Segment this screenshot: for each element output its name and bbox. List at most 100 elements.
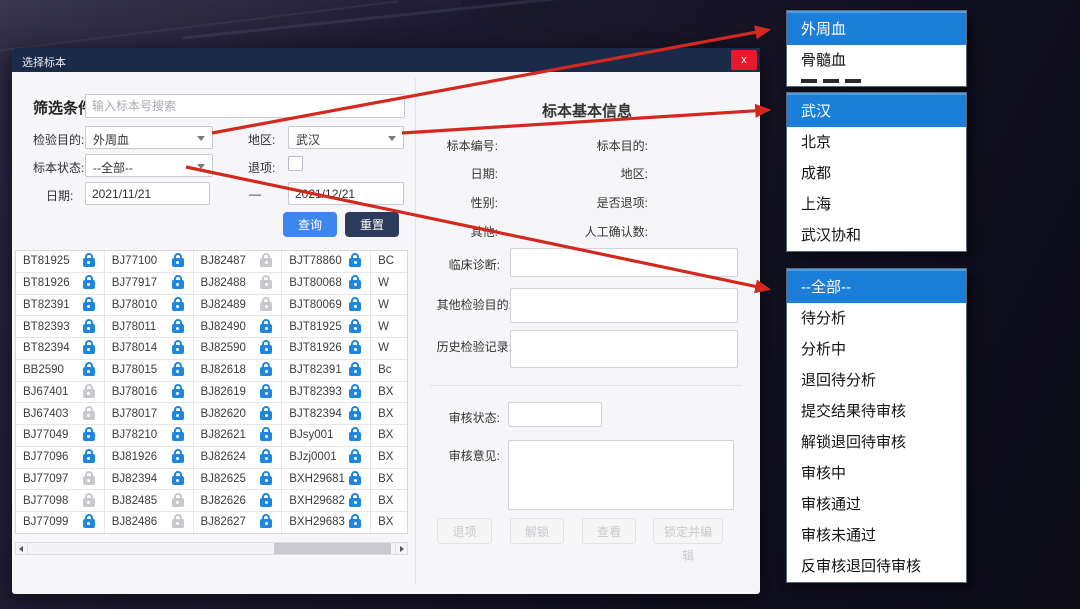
sample-cell[interactable]: BJT81925 — [282, 316, 371, 337]
close-icon[interactable]: x — [731, 50, 757, 70]
sample-cell[interactable]: BJ82624 — [194, 447, 283, 468]
scrollbar-thumb[interactable] — [274, 543, 391, 554]
sample-cell[interactable]: BJ67401 — [16, 382, 105, 403]
dropdown-item-status-4[interactable]: 提交结果待审核 — [787, 396, 966, 427]
dropdown-item-region-1[interactable]: 北京 — [787, 127, 966, 158]
sample-cell[interactable]: BJ77049 — [16, 425, 105, 446]
dropdown-item-purpose-0[interactable]: 外周血 — [787, 11, 966, 45]
sample-cell[interactable]: BJ82485 — [105, 490, 194, 511]
sample-cell[interactable]: BJ82487 — [194, 251, 283, 272]
dropdown-item-status-2[interactable]: 分析中 — [787, 334, 966, 365]
sample-cell[interactable]: BJ78017 — [105, 403, 194, 424]
sample-cell[interactable]: BJ82627 — [194, 512, 283, 533]
table-row[interactable]: BJ77049BJ78210BJ82621BJsy001BX — [16, 425, 407, 447]
sample-cell[interactable]: BT82393 — [16, 316, 105, 337]
dropdown-item-region-0[interactable]: 武汉 — [787, 93, 966, 127]
sample-cell[interactable]: BX — [371, 469, 407, 490]
sample-cell[interactable]: BJ78016 — [105, 382, 194, 403]
sample-cell[interactable]: BJ78210 — [105, 425, 194, 446]
sample-cell[interactable]: BXH29681 — [282, 469, 371, 490]
sample-cell[interactable]: BJ82488 — [194, 273, 283, 294]
sample-cell[interactable]: BJ78015 — [105, 360, 194, 381]
other-purpose-input[interactable] — [510, 288, 738, 323]
sample-cell[interactable]: BJT80069 — [282, 295, 371, 316]
sample-cell[interactable]: BXH29683 — [282, 512, 371, 533]
dropdown-item-status-7[interactable]: 审核通过 — [787, 489, 966, 520]
dropdown-item-status-6[interactable]: 审核中 — [787, 458, 966, 489]
dropdown-item-region-2[interactable]: 成都 — [787, 158, 966, 189]
sample-cell[interactable]: BT81925 — [16, 251, 105, 272]
table-row[interactable]: BT82393BJ78011BJ82490BJT81925W — [16, 316, 407, 338]
table-row[interactable]: BT81925BJ77100BJ82487BJT78860BC — [16, 251, 407, 273]
sample-cell[interactable]: BJ77100 — [105, 251, 194, 272]
sample-cell[interactable]: BJ82590 — [194, 338, 283, 359]
dropdown-item-status-1[interactable]: 待分析 — [787, 303, 966, 334]
view-button[interactable]: 查看 — [582, 518, 636, 544]
sample-cell[interactable]: BT82394 — [16, 338, 105, 359]
sample-cell[interactable]: BJ82626 — [194, 490, 283, 511]
sample-cell[interactable]: BX — [371, 490, 407, 511]
sample-cell[interactable]: BJ77096 — [16, 447, 105, 468]
sample-cell[interactable]: BJ82490 — [194, 316, 283, 337]
table-row[interactable]: BT82394BJ78014BJ82590BJT81926W — [16, 338, 407, 360]
clinical-input[interactable] — [510, 248, 738, 277]
sample-cell[interactable]: BXH29682 — [282, 490, 371, 511]
table-row[interactable]: BB2590BJ78015BJ82618BJT82391Bc — [16, 360, 407, 382]
sample-cell[interactable]: BJsy001 — [282, 425, 371, 446]
unlock-button[interactable]: 解锁 — [510, 518, 564, 544]
sample-cell[interactable]: BJ82489 — [194, 295, 283, 316]
sample-cell[interactable]: W — [371, 273, 407, 294]
sample-cell[interactable]: BJ82619 — [194, 382, 283, 403]
sample-cell[interactable]: BJ77099 — [16, 512, 105, 533]
sample-cell[interactable]: BT81926 — [16, 273, 105, 294]
dropdown-item-status-9[interactable]: 反审核退回待审核 — [787, 551, 966, 582]
horizontal-scrollbar[interactable] — [15, 542, 408, 555]
sample-cell[interactable]: BJT81926 — [282, 338, 371, 359]
dialog-titlebar[interactable]: 选择标本 x — [12, 48, 760, 72]
sample-cell[interactable]: BJ82625 — [194, 469, 283, 490]
dropdown-item-purpose-1[interactable]: 骨髓血 — [787, 45, 966, 76]
sample-cell[interactable]: BJ77917 — [105, 273, 194, 294]
query-button[interactable]: 查询 — [283, 212, 337, 237]
dropdown-item-region-3[interactable]: 上海 — [787, 189, 966, 220]
scroll-right-icon[interactable] — [395, 543, 407, 554]
table-row[interactable]: BJ77097BJ82394BJ82625BXH29681BX — [16, 469, 407, 491]
sample-cell[interactable]: BJ78010 — [105, 295, 194, 316]
sample-cell[interactable]: BJ67403 — [16, 403, 105, 424]
sample-cell[interactable]: W — [371, 316, 407, 337]
dropdown-item-status-8[interactable]: 审核未通过 — [787, 520, 966, 551]
table-row[interactable]: BJ67403BJ78017BJ82620BJT82394BX — [16, 403, 407, 425]
sample-cell[interactable]: BJ82620 — [194, 403, 283, 424]
status-select[interactable]: --全部-- — [85, 154, 213, 177]
review-status-input[interactable] — [508, 402, 602, 427]
table-row[interactable]: BT82391BJ78010BJ82489BJT80069W — [16, 295, 407, 317]
sample-cell[interactable]: BB2590 — [16, 360, 105, 381]
table-row[interactable]: BJ77098BJ82485BJ82626BXH29682BX — [16, 490, 407, 512]
history-input[interactable] — [510, 330, 738, 368]
table-row[interactable]: BJ67401BJ78016BJ82619BJT82393BX — [16, 382, 407, 404]
sample-cell[interactable]: BT82391 — [16, 295, 105, 316]
dropdown-item-status-0[interactable]: --全部-- — [787, 269, 966, 303]
sample-cell[interactable]: BJ77098 — [16, 490, 105, 511]
sample-cell[interactable]: BX — [371, 512, 407, 533]
sample-cell[interactable]: BJ77097 — [16, 469, 105, 490]
sample-cell[interactable]: BJ78014 — [105, 338, 194, 359]
dropdown-item-region-4[interactable]: 武汉协和 — [787, 220, 966, 251]
sample-cell[interactable]: BJT82393 — [282, 382, 371, 403]
purpose-select[interactable]: 外周血 — [85, 126, 213, 149]
return-item-button[interactable]: 退项 — [437, 518, 492, 544]
sample-cell[interactable]: BJ82394 — [105, 469, 194, 490]
sample-cell[interactable]: Bc — [371, 360, 407, 381]
sample-cell[interactable]: BJ82486 — [105, 512, 194, 533]
lock-and-edit-button[interactable]: 锁定并编辑 — [653, 518, 723, 544]
sample-cell[interactable]: BJT80068 — [282, 273, 371, 294]
sample-cell[interactable]: BX — [371, 425, 407, 446]
sample-cell[interactable]: BJ78011 — [105, 316, 194, 337]
table-row[interactable]: BT81926BJ77917BJ82488BJT80068W — [16, 273, 407, 295]
sample-cell[interactable]: BJ82618 — [194, 360, 283, 381]
sample-cell[interactable]: BJ81926 — [105, 447, 194, 468]
sample-cell[interactable]: BJT82391 — [282, 360, 371, 381]
table-row[interactable]: BJ77099BJ82486BJ82627BXH29683BX — [16, 512, 407, 534]
sample-table[interactable]: BT81925BJ77100BJ82487BJT78860BCBT81926BJ… — [15, 250, 408, 534]
sample-cell[interactable]: BJ82621 — [194, 425, 283, 446]
